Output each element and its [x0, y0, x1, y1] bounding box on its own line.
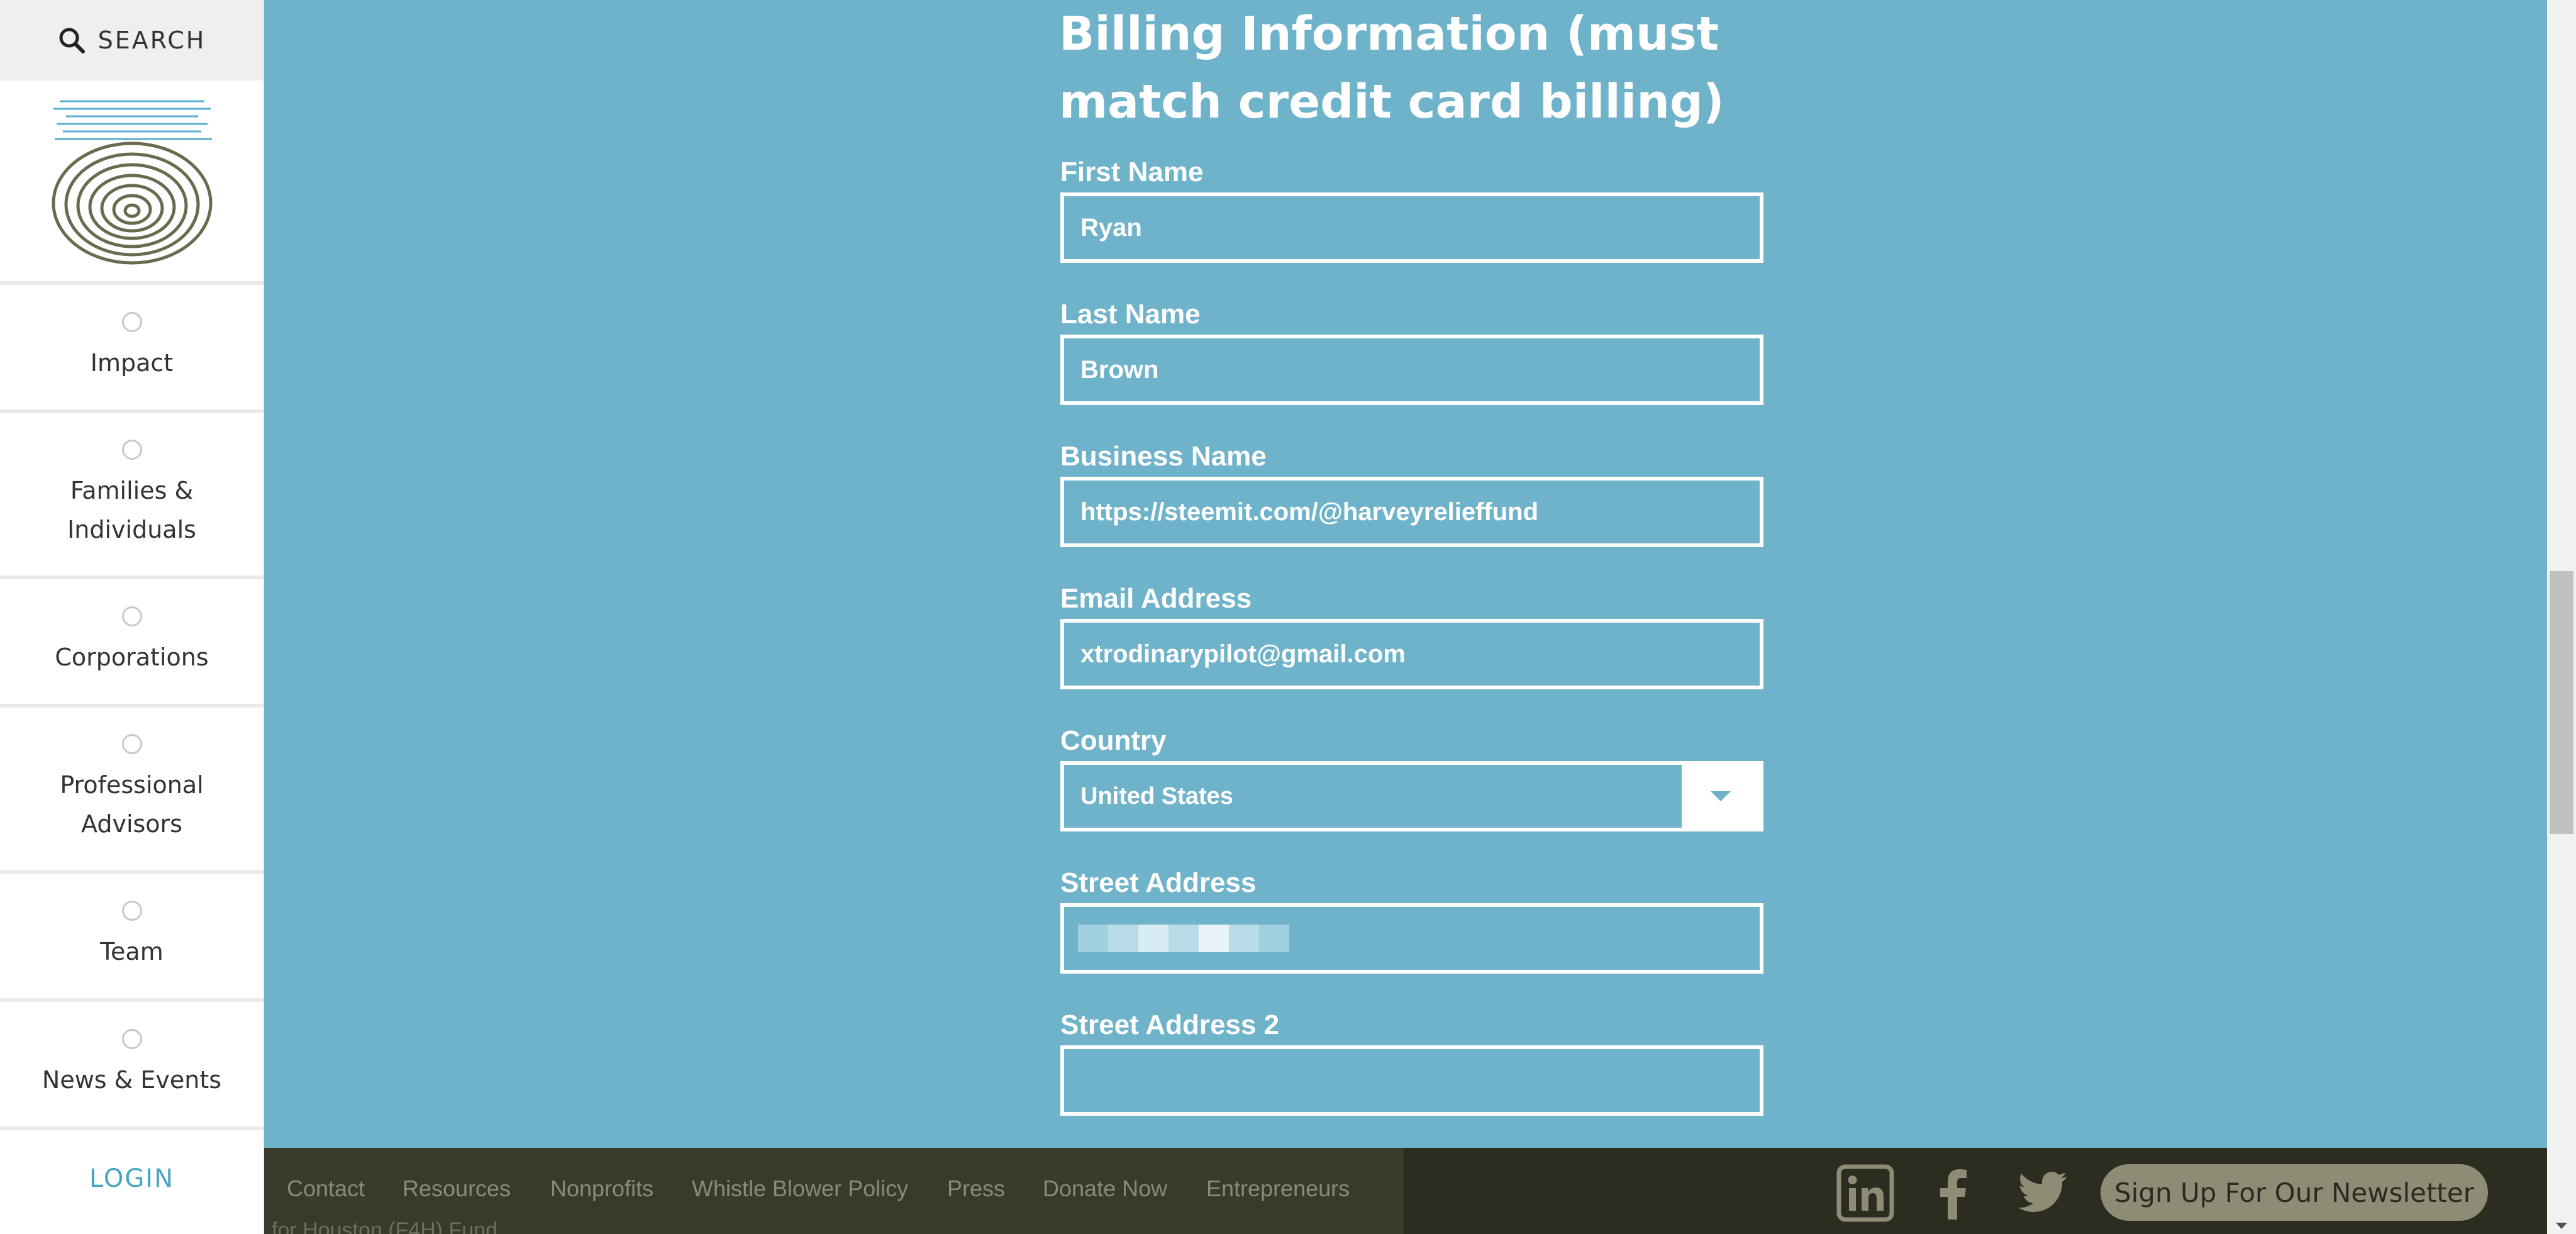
scrollbar-thumb[interactable]	[2550, 571, 2573, 834]
search-button[interactable]: SEARCH	[0, 0, 264, 81]
sidebar: SEARCH Impact Families & Individuals Cor…	[0, 0, 264, 1234]
footer-links: Contact Resources Nonprofits Whistle Blo…	[264, 1148, 1404, 1234]
footer-link-resources[interactable]: Resources	[402, 1176, 511, 1202]
street-address-2-label: Street Address 2	[1060, 1009, 1280, 1040]
first-name-field: First Name	[1060, 152, 1765, 263]
redacted-value	[1078, 925, 1289, 952]
sidebar-item-news-events[interactable]: News & Events	[0, 1002, 264, 1130]
sidebar-item-label: News & Events	[42, 1066, 222, 1094]
business-name-label: Business Name	[1060, 441, 1267, 472]
sidebar-item-corporations[interactable]: Corporations	[0, 579, 264, 708]
radio-dot-icon	[121, 1029, 142, 1049]
footer-link-contact[interactable]: Contact	[287, 1176, 365, 1202]
country-field: Country United States	[1060, 721, 1765, 831]
business-name-input[interactable]	[1060, 477, 1763, 547]
sidebar-item-label: Team	[100, 938, 164, 965]
first-name-label: First Name	[1060, 157, 1204, 187]
sidebar-item-professional-advisors[interactable]: Professional Advisors	[0, 708, 264, 874]
form-title: Billing Information (must match credit c…	[1059, 7, 1724, 129]
search-icon	[58, 26, 86, 54]
first-name-input[interactable]	[1060, 192, 1763, 263]
login-link[interactable]: LOGIN	[0, 1130, 264, 1227]
footer-link-press[interactable]: Press	[947, 1176, 1005, 1202]
search-label: SEARCH	[97, 26, 206, 54]
email-field: Email Address	[1060, 579, 1765, 689]
sidebar-item-label: Impact	[90, 349, 174, 377]
street-address-input[interactable]	[1060, 903, 1763, 974]
footer-link-whistle-blower-policy[interactable]: Whistle Blower Policy	[692, 1176, 908, 1202]
street-address-2-field: Street Address 2	[1060, 1005, 1765, 1116]
sidebar-item-label: Families & Individuals	[67, 477, 196, 543]
radio-dot-icon	[121, 440, 142, 460]
footer-link-donate-now[interactable]: Donate Now	[1043, 1176, 1167, 1202]
newsletter-signup-button[interactable]: Sign Up For Our Newsletter	[2101, 1164, 2488, 1221]
fingerprint-logo-icon	[52, 100, 212, 264]
scroll-down-arrow-icon[interactable]	[2556, 1223, 2567, 1229]
street-address-2-input[interactable]	[1060, 1045, 1763, 1116]
sidebar-item-label: Corporations	[55, 643, 209, 671]
facebook-icon[interactable]	[1924, 1164, 1982, 1222]
footer-link-nonprofits[interactable]: Nonprofits	[550, 1176, 653, 1202]
radio-dot-icon	[121, 901, 142, 921]
sidebar-item-families-individuals[interactable]: Families & Individuals	[0, 413, 264, 579]
footer-link-entrepreneurs[interactable]: Entrepreneurs	[1206, 1176, 1350, 1202]
radio-dot-icon	[121, 312, 142, 332]
page-scrollbar[interactable]	[2547, 0, 2576, 1234]
linkedin-icon[interactable]	[1836, 1164, 1894, 1222]
radio-dot-icon	[121, 606, 142, 626]
country-select[interactable]: United States	[1060, 761, 1763, 831]
last-name-field: Last Name	[1060, 294, 1765, 405]
footer: Contact Resources Nonprofits Whistle Blo…	[264, 1148, 2547, 1234]
country-select-value: United States	[1080, 782, 1233, 809]
fingerprint-logo[interactable]	[0, 81, 264, 285]
country-label: Country	[1060, 725, 1167, 756]
email-input[interactable]	[1060, 619, 1763, 689]
email-label: Email Address	[1060, 583, 1252, 614]
street-address-label: Street Address	[1060, 867, 1257, 898]
chevron-down-icon	[1711, 791, 1731, 801]
sidebar-item-label: Professional Advisors	[60, 771, 204, 838]
country-dropdown-button[interactable]	[1682, 765, 1760, 828]
billing-form: Billing Information (must match credit c…	[1059, 0, 1765, 1116]
sidebar-item-impact[interactable]: Impact	[0, 285, 264, 413]
street-address-field: Street Address	[1060, 863, 1765, 974]
business-name-field: Business Name	[1060, 436, 1765, 547]
twitter-icon[interactable]	[2012, 1164, 2070, 1222]
last-name-input[interactable]	[1060, 335, 1763, 405]
radio-dot-icon	[121, 734, 142, 754]
last-name-label: Last Name	[1060, 299, 1201, 330]
sidebar-item-team[interactable]: Team	[0, 874, 264, 1002]
footer-sub-text: for Houston (F4H) Fund	[272, 1218, 498, 1234]
